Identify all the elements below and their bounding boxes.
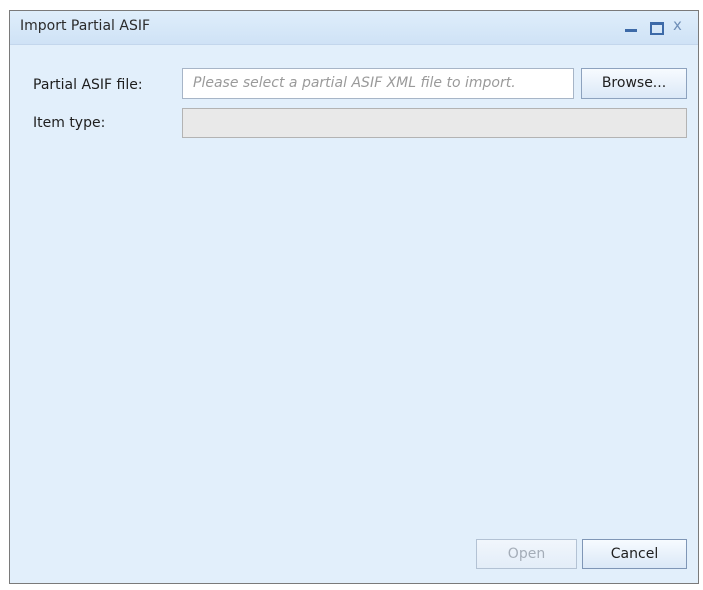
partial-asif-file-label: Partial ASIF file: (33, 77, 143, 93)
item-type-label: Item type: (33, 115, 106, 131)
title-bar[interactable]: Import Partial ASIF x (10, 11, 698, 45)
cancel-button[interactable]: Cancel (582, 539, 687, 569)
close-icon[interactable]: x (673, 17, 687, 33)
maximize-icon[interactable] (649, 20, 664, 35)
item-type-field (182, 108, 687, 138)
partial-asif-file-field[interactable]: Please select a partial ASIF XML file to… (182, 68, 574, 99)
import-dialog: Import Partial ASIF x Partial ASIF file:… (9, 10, 699, 584)
minimize-icon[interactable] (624, 20, 638, 34)
browse-button[interactable]: Browse... (581, 68, 687, 99)
open-button[interactable]: Open (476, 539, 577, 569)
dialog-title: Import Partial ASIF (20, 18, 151, 34)
